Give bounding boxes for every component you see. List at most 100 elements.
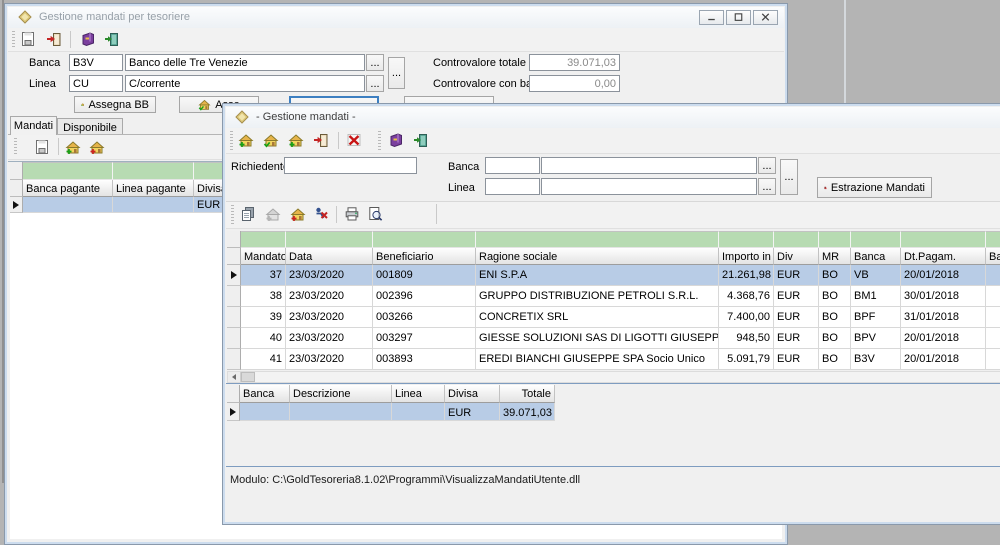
print-button[interactable] — [342, 204, 362, 224]
cell: EUR — [774, 307, 819, 328]
cell: GIESSE SOLUZIONI SAS DI LIGOTTI GIUSEPPE — [476, 328, 719, 349]
summary-row[interactable]: EUR 39.071,03 — [227, 403, 555, 421]
row-selector — [227, 349, 241, 370]
column-header[interactable]: Ragione sociale — [476, 248, 719, 265]
column-header[interactable]: Linea — [392, 385, 445, 403]
cell: 20/01/2018 — [901, 328, 986, 349]
cell: 23/03/2020 — [286, 286, 373, 307]
banca-browse-button[interactable]: ... — [758, 157, 776, 174]
column-header[interactable]: Totale — [500, 385, 555, 403]
assegna-bb-button[interactable]: Assegna BB — [74, 96, 156, 113]
help-book-icon — [388, 132, 404, 148]
banca-descrizione-input[interactable] — [125, 54, 365, 71]
cell: 003893 — [373, 349, 476, 370]
assign-check-button[interactable] — [261, 130, 281, 150]
column-header-row: Mandato Data Beneficiario Ragione social… — [227, 248, 1000, 265]
cell: 001809 — [373, 265, 476, 286]
column-header[interactable]: Descrizione — [290, 385, 392, 403]
minimize-button[interactable] — [699, 10, 724, 25]
house-red-button[interactable] — [288, 204, 308, 224]
banca-code-input[interactable] — [485, 157, 540, 174]
help-button[interactable] — [78, 29, 98, 49]
maximize-button[interactable] — [726, 10, 751, 25]
cell — [392, 403, 445, 421]
cell: 40 — [241, 328, 286, 349]
save-button[interactable] — [18, 29, 38, 49]
scroll-left-button[interactable] — [228, 372, 241, 382]
exit-red-button[interactable] — [44, 29, 64, 49]
column-header[interactable]: Banca — [851, 248, 901, 265]
banca-code-input[interactable] — [69, 54, 123, 71]
linea-descrizione-input[interactable] — [541, 178, 757, 195]
column-header[interactable]: Dt.Pagam. — [901, 248, 986, 265]
unassign-house-button[interactable] — [87, 137, 107, 157]
toolbar-separator — [336, 206, 337, 223]
estrazione-mandati-button[interactable]: Estrazione Mandati — [817, 177, 932, 198]
column-header[interactable]: Ba — [986, 248, 1000, 265]
cell: EUR — [774, 328, 819, 349]
controvalore-con-banca-value — [529, 75, 620, 92]
copy-icon — [240, 206, 256, 222]
table-row[interactable]: 40 23/03/2020 003297 GIESSE SOLUZIONI SA… — [227, 328, 1000, 349]
table-row[interactable]: EUR — [10, 197, 254, 213]
linea-browse-button[interactable]: ... — [758, 178, 776, 195]
exit-button[interactable] — [411, 130, 431, 150]
row-selector-marker — [230, 408, 236, 416]
exit-button[interactable] — [102, 29, 122, 49]
table-row[interactable]: 38 23/03/2020 002396 GRUPPO DISTRIBUZION… — [227, 286, 1000, 307]
remove-person-button[interactable] — [311, 204, 331, 224]
richiedente-input[interactable] — [284, 157, 417, 174]
linea-browse-button[interactable]: ... — [366, 75, 384, 92]
column-header[interactable]: Importo in valuta — [719, 248, 774, 265]
toolbar-separator — [70, 31, 71, 48]
column-header[interactable]: Mandato — [241, 248, 286, 265]
print-preview-button[interactable] — [365, 204, 385, 224]
tab-mandati[interactable]: Mandati — [10, 116, 57, 135]
assign-house-button[interactable] — [63, 137, 83, 157]
column-header[interactable]: MR — [819, 248, 851, 265]
app-diamond-icon — [17, 9, 33, 25]
linea-label: Linea — [448, 182, 475, 194]
group-band-cell — [476, 231, 719, 248]
linea-code-input[interactable] — [485, 178, 540, 195]
toolbar-separator — [58, 138, 59, 155]
exit-red-button[interactable] — [311, 130, 331, 150]
table-row[interactable]: 41 23/03/2020 003893 EREDI BIANCHI GIUSE… — [227, 349, 1000, 370]
scrollbar-thumb[interactable] — [241, 372, 255, 382]
copy-button[interactable] — [238, 204, 258, 224]
close-button[interactable] — [753, 10, 778, 25]
assign-plus-button[interactable] — [236, 130, 256, 150]
titlebar[interactable]: - Gestione mandati - — [226, 107, 1000, 129]
help-button[interactable] — [386, 130, 406, 150]
row-selector-marker — [231, 271, 237, 279]
delete-button[interactable] — [344, 130, 364, 150]
table-row[interactable]: 37 23/03/2020 001809 ENI S.P.A 21.261,98… — [227, 265, 1000, 286]
banca-descrizione-input[interactable] — [541, 157, 757, 174]
window-title: - Gestione mandati - — [256, 111, 356, 123]
save-icon — [20, 31, 36, 47]
row-selector — [10, 197, 23, 213]
banca-label: Banca — [29, 57, 60, 69]
column-header[interactable]: Div — [774, 248, 819, 265]
browse-both-button[interactable]: ... — [780, 159, 798, 195]
horizontal-scrollbar[interactable] — [227, 371, 1000, 383]
house-button[interactable] — [286, 130, 306, 150]
browse-both-button[interactable]: ... — [388, 57, 405, 89]
cell: 20/01/2018 — [901, 349, 986, 370]
titlebar[interactable]: Gestione mandati per tesoriere — [8, 7, 784, 29]
column-header[interactable]: Banca — [240, 385, 290, 403]
linea-code-input[interactable] — [69, 75, 123, 92]
column-header[interactable]: Linea pagante — [113, 180, 194, 197]
exit-door-icon — [413, 132, 429, 148]
table-row[interactable]: 39 23/03/2020 003266 CONCRETIX SRL 7.400… — [227, 307, 1000, 328]
summary-header-row: Banca Descrizione Linea Divisa Totale — [227, 385, 555, 403]
column-header[interactable]: Beneficiario — [373, 248, 476, 265]
column-header[interactable]: Data — [286, 248, 373, 265]
tab-disponibile[interactable]: Disponibile — [57, 118, 123, 135]
save-grid-button[interactable] — [32, 137, 52, 157]
banca-browse-button[interactable]: ... — [366, 54, 384, 71]
linea-descrizione-input[interactable] — [125, 75, 365, 92]
column-header[interactable]: Banca pagante — [23, 180, 113, 197]
column-header[interactable]: Divisa — [445, 385, 500, 403]
group-band-cell — [241, 231, 286, 248]
